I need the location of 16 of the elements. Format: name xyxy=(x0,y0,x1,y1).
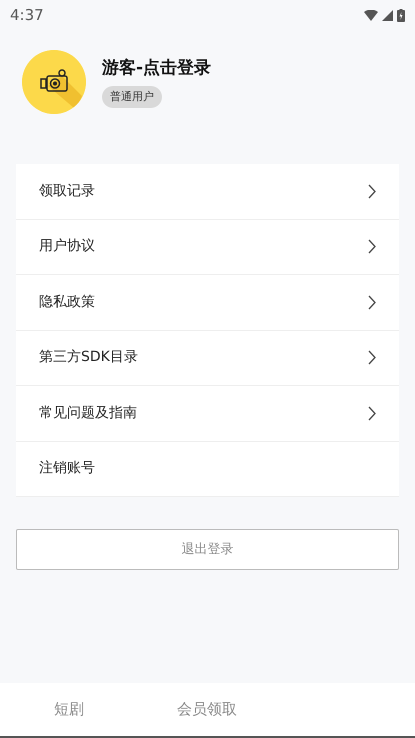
login-prompt[interactable]: 游客-点击登录 xyxy=(102,56,212,82)
wifi-icon xyxy=(364,10,378,20)
avatar-icon[interactable] xyxy=(22,50,86,114)
menu-item-label[interactable]: 第三方SDK目录 xyxy=(39,347,138,368)
battery-icon xyxy=(397,8,405,22)
menu-item-label[interactable]: 常见问题及指南 xyxy=(39,402,137,424)
tab[interactable]: 会员领取 xyxy=(138,683,276,736)
signal-icon xyxy=(382,10,393,20)
menu-item-label[interactable]: 注销账号 xyxy=(39,458,95,480)
user-level-tag: 普通用户 xyxy=(102,86,162,108)
menu-item-label[interactable]: 隐私政策 xyxy=(39,292,95,313)
menu-item-label[interactable]: 用户协议 xyxy=(39,236,95,258)
tab[interactable]: 短剧 xyxy=(0,683,138,736)
logout-button[interactable]: 退出登录 xyxy=(16,529,399,570)
menu-item-label[interactable]: 领取记录 xyxy=(39,180,95,202)
status-time: 4:37 xyxy=(10,4,44,26)
